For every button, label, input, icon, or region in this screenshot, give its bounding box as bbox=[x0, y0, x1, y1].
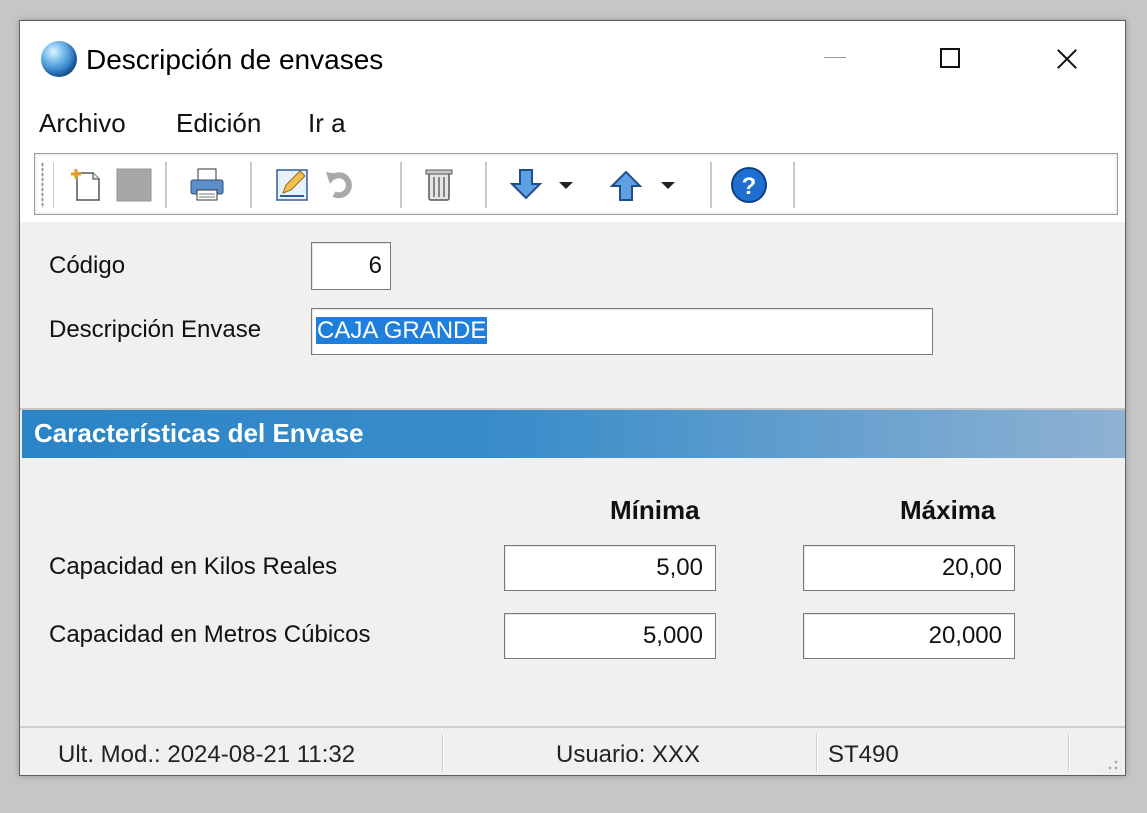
toolbar-area: ? bbox=[20, 147, 1125, 222]
status-user: Usuario: XXX bbox=[556, 741, 701, 768]
status-separator bbox=[816, 734, 818, 772]
trash-icon[interactable] bbox=[417, 164, 461, 206]
toolbar-separator bbox=[485, 162, 488, 208]
form-area: Código 6 Descripción Envase CAJA GRANDE bbox=[20, 222, 1125, 410]
status-bar: Ult. Mod.: 2024-08-21 11:32 Usuario: XXX… bbox=[20, 726, 1125, 775]
edit-icon[interactable] bbox=[270, 164, 314, 206]
close-button[interactable] bbox=[1030, 21, 1100, 99]
window-title: Descripción de envases bbox=[86, 44, 384, 75]
section-title: Características del Envase bbox=[34, 418, 364, 448]
menu-edicion[interactable]: Edición bbox=[174, 106, 263, 140]
column-header-minima: Mínima bbox=[610, 495, 700, 525]
column-header-maxima: Máxima bbox=[900, 495, 996, 525]
descripcion-label: Descripción Envase bbox=[49, 316, 262, 343]
codigo-field[interactable]: 6 bbox=[311, 242, 391, 290]
toolbar-grip-line bbox=[53, 162, 54, 208]
descripcion-field[interactable]: CAJA GRANDE bbox=[311, 308, 933, 355]
toolbar-separator bbox=[710, 162, 713, 208]
new-document-icon[interactable] bbox=[63, 164, 107, 206]
kilos-min-field[interactable]: 5,00 bbox=[504, 545, 716, 591]
codigo-label: Código bbox=[49, 252, 126, 279]
resize-grip[interactable] bbox=[1101, 753, 1121, 773]
status-separator bbox=[442, 734, 444, 772]
kilos-label: Capacidad en Kilos Reales bbox=[49, 553, 338, 580]
metros-label: Capacidad en Metros Cúbicos bbox=[49, 621, 371, 648]
status-separator bbox=[1068, 734, 1070, 772]
status-code: ST490 bbox=[828, 741, 899, 768]
menu-bar: Archivo Edición Ir a bbox=[20, 99, 1125, 147]
window: Descripción de envases Archivo Edición I… bbox=[19, 20, 1126, 776]
minimize-button[interactable] bbox=[800, 21, 870, 99]
section-header: Características del Envase bbox=[22, 410, 1125, 458]
kilos-max-field[interactable]: 20,00 bbox=[803, 545, 1015, 591]
help-icon[interactable]: ? bbox=[727, 164, 771, 206]
arrow-down-icon[interactable] bbox=[505, 164, 549, 206]
print-icon[interactable] bbox=[185, 164, 229, 206]
metros-min-field[interactable]: 5,000 bbox=[504, 613, 716, 659]
maximize-button[interactable] bbox=[915, 21, 985, 99]
toolbar-separator bbox=[165, 162, 168, 208]
arrow-up-dropdown-icon[interactable] bbox=[647, 164, 691, 206]
toolbar-grip[interactable] bbox=[41, 162, 44, 208]
undo-icon[interactable] bbox=[318, 164, 362, 206]
app-globe-icon bbox=[41, 41, 77, 77]
toolbar-separator bbox=[250, 162, 253, 208]
title-bar: Descripción de envases bbox=[20, 21, 1125, 99]
menu-archivo[interactable]: Archivo bbox=[37, 106, 128, 140]
menu-ir-a[interactable]: Ir a bbox=[306, 106, 348, 140]
arrow-down-dropdown-icon[interactable] bbox=[545, 164, 589, 206]
arrow-up-icon[interactable] bbox=[605, 164, 649, 206]
toolbar-separator bbox=[793, 162, 796, 208]
status-last-modified: Ult. Mod.: 2024-08-21 11:32 bbox=[58, 741, 356, 768]
metros-max-field[interactable]: 20,000 bbox=[803, 613, 1015, 659]
descripcion-selected-text: CAJA GRANDE bbox=[316, 317, 488, 344]
save-disabled-icon[interactable] bbox=[111, 164, 155, 206]
toolbar: ? bbox=[34, 153, 1118, 215]
svg-text:?: ? bbox=[742, 173, 757, 200]
toolbar-separator bbox=[400, 162, 403, 208]
